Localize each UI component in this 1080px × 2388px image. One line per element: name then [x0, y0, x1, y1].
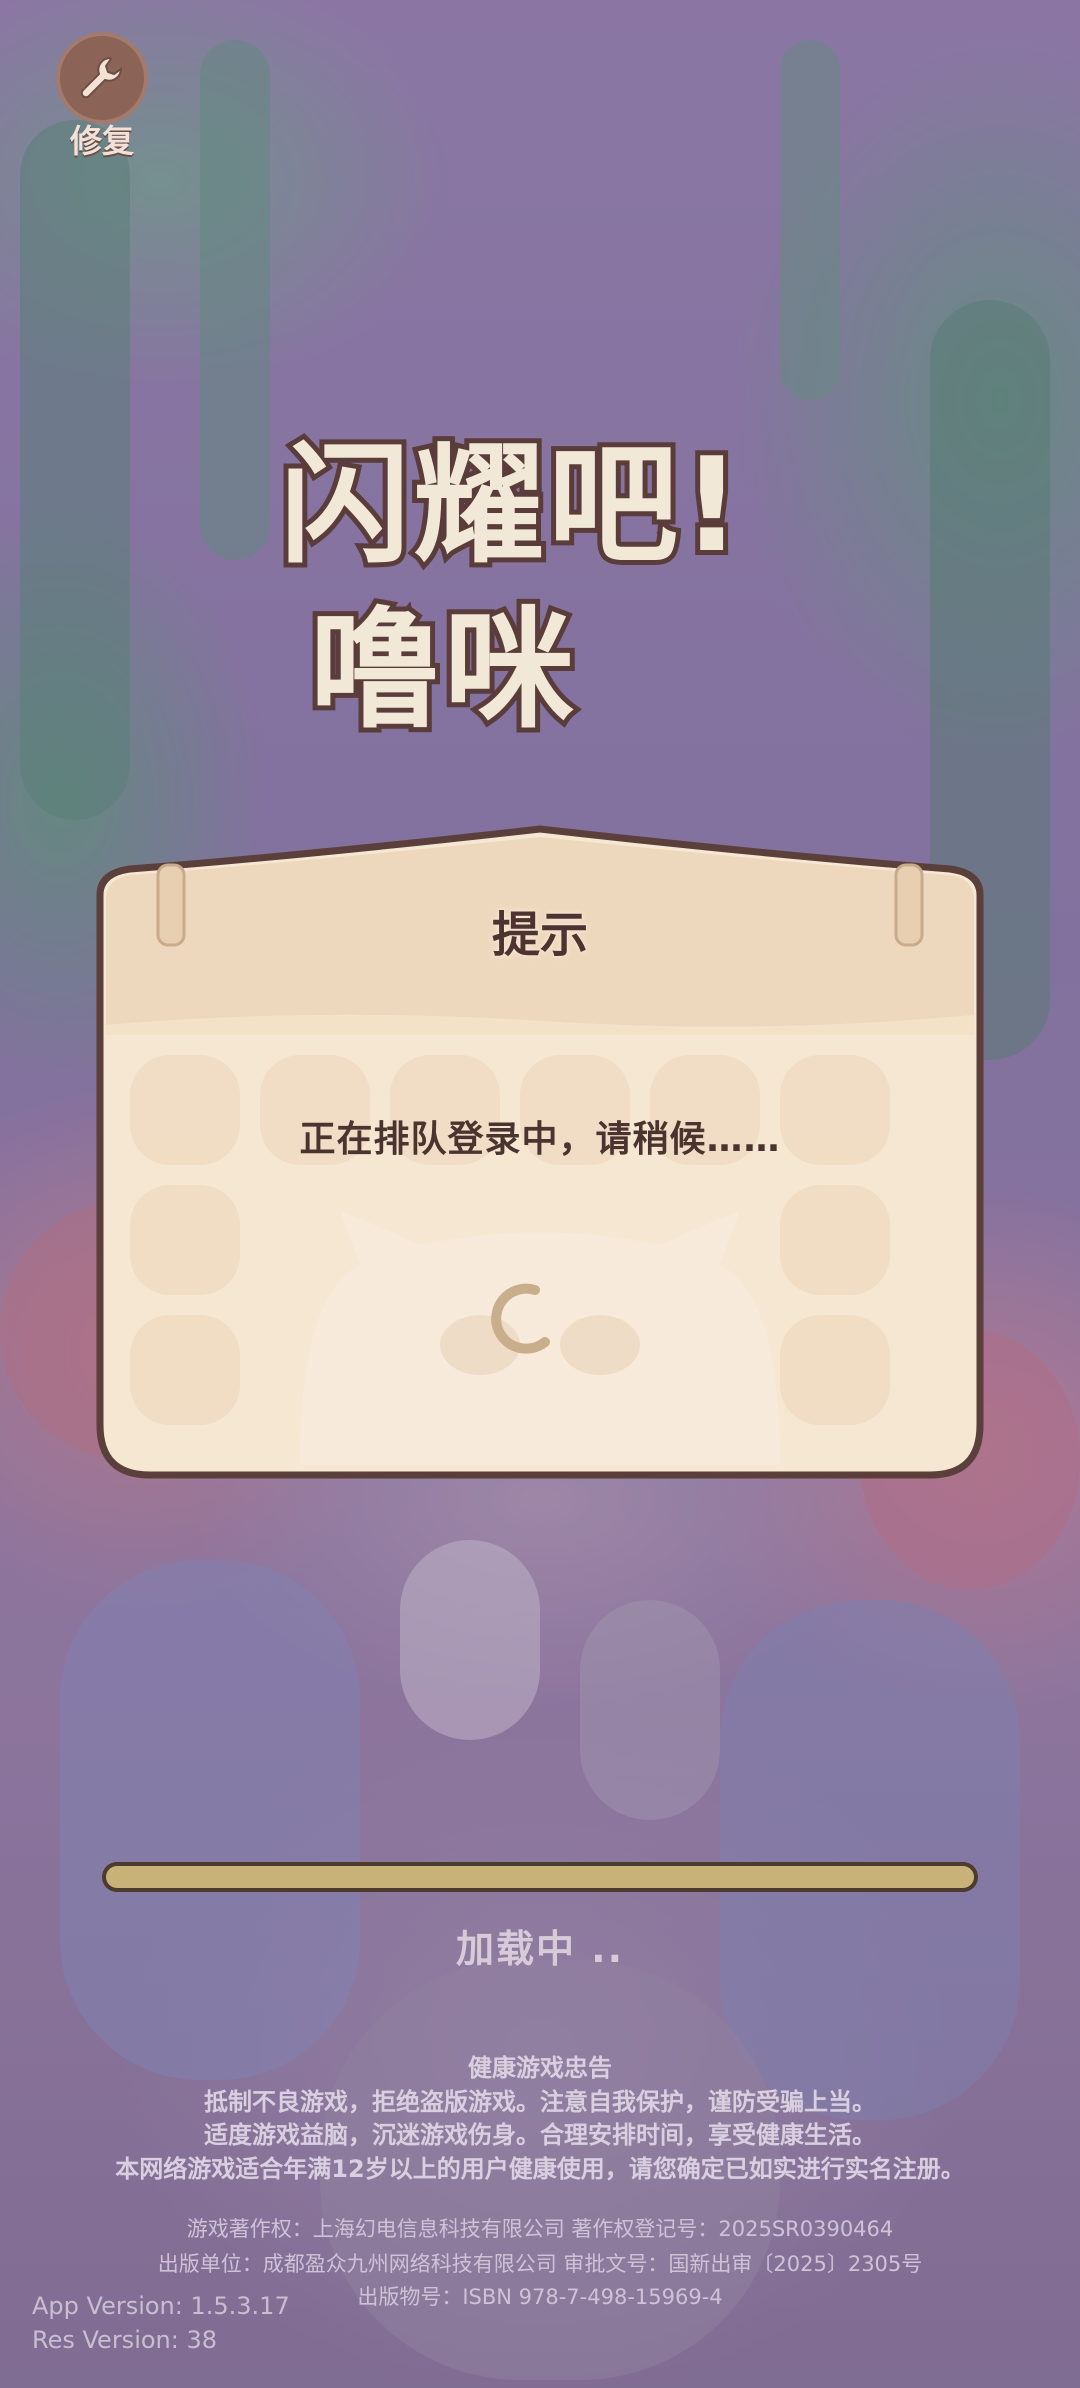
loading-progress-bar — [102, 1862, 978, 1892]
health-notice-line: 本网络游戏适合年满12岁以上的用户健康使用，请您确定已如实进行实名注册。 — [115, 2155, 965, 2183]
copyright-line: 游戏著作权：上海幻电信息科技有限公司 著作权登记号：2025SR0390464 — [186, 2217, 894, 2241]
game-logo: 闪耀吧! 噜咪 — [270, 429, 830, 770]
publisher-line: 出版单位：成都盈众九州网络科技有限公司 审批文号：国新出审〔2025〕2305号 — [157, 2252, 923, 2276]
wrench-icon — [80, 56, 123, 99]
res-version: Res Version: 38 — [32, 2326, 218, 2354]
repair-icon-circle[interactable] — [56, 32, 148, 124]
dialog-title: 提示 — [491, 907, 588, 963]
repair-button[interactable]: 修复 — [52, 32, 152, 162]
health-notice-line: 抵制不良游戏，拒绝盗版游戏。注意自我保护，谨防受骗上当。 — [204, 2088, 876, 2116]
repair-label[interactable]: 修复 — [52, 116, 152, 162]
loading-spinner-icon — [491, 1283, 550, 1354]
health-notice-title: 健康游戏忠告 — [468, 2054, 612, 2082]
loading-progress-fill — [106, 1866, 974, 1888]
loading-status-text: 加载中 .. — [455, 1927, 625, 1971]
logo-title-line2: 噜咪 — [305, 594, 579, 746]
dialog-message: 正在排队登录中，请稍候…… — [299, 1119, 781, 1160]
app-version: App Version: 1.5.3.17 — [32, 2292, 290, 2320]
health-notice-line: 适度游戏益脑，沉迷游戏伤身。合理安排时间，享受健康生活。 — [204, 2121, 876, 2149]
notice-dialog: 提示 正在排队登录中，请稍候…… — [60, 825, 1020, 1485]
logo-title-line1: 闪耀吧! — [275, 429, 746, 581]
